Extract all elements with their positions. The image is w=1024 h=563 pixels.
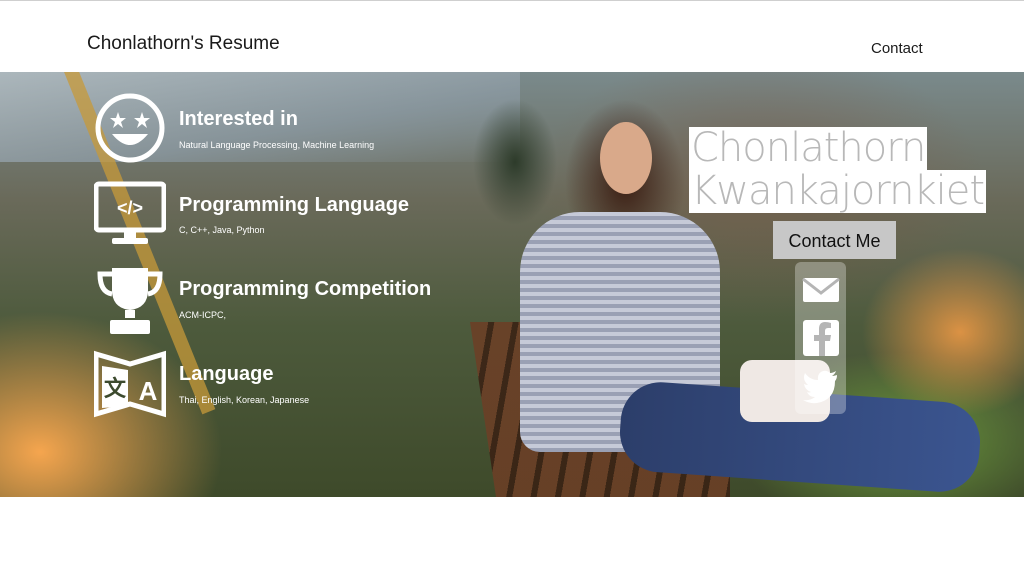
skill-subtitle: Thai, English, Korean, Japanese — [179, 395, 310, 405]
skill-subtitle: C, C++, Java, Python — [179, 225, 265, 235]
profile-name: Chonlathorn Kwankajornkiet — [689, 125, 987, 214]
skill-item-interests: Interested in Natural Language Processin… — [94, 92, 514, 172]
nav-contact-link[interactable]: Contact — [871, 40, 923, 57]
skill-item-language: 文 A Language Thai, English, Korean, Japa… — [94, 348, 514, 428]
site-brand[interactable]: Chonlathorn's Resume — [87, 33, 280, 55]
skill-subtitle: ACM-ICPC, — [179, 310, 226, 320]
top-nav: Chonlathorn's Resume Contact — [0, 1, 1024, 72]
svg-text:文: 文 — [104, 376, 127, 401]
skill-item-competition: Programming Competition ACM-ICPC, — [94, 264, 514, 344]
skill-title: Programming Language — [179, 194, 410, 216]
code-monitor-icon: </> — [94, 181, 166, 244]
smiley-stars-icon — [95, 93, 165, 163]
skill-title: Language — [179, 363, 274, 385]
portrait-face — [600, 122, 652, 194]
trophy-icon — [97, 268, 163, 334]
svg-text:</>: </> — [117, 198, 143, 218]
translate-icon: 文 A — [94, 350, 166, 418]
svg-text:A: A — [139, 376, 158, 406]
social-links — [795, 262, 846, 414]
skill-subtitle: Natural Language Processing, Machine Lea… — [179, 140, 375, 150]
name-first: Chonlathorn — [689, 125, 928, 171]
name-last: Kwankajornkiet — [689, 168, 987, 214]
mail-icon[interactable] — [801, 270, 841, 310]
twitter-icon[interactable] — [801, 366, 841, 406]
skill-item-programming-language: </> Programming Language C, C++, Java, P… — [94, 180, 514, 260]
contact-me-button[interactable]: Contact Me — [773, 221, 896, 259]
skill-title: Programming Competition — [179, 278, 432, 300]
facebook-icon[interactable] — [801, 318, 841, 358]
skill-title: Interested in — [179, 108, 298, 130]
hero-banner: Interested in Natural Language Processin… — [0, 72, 1024, 497]
